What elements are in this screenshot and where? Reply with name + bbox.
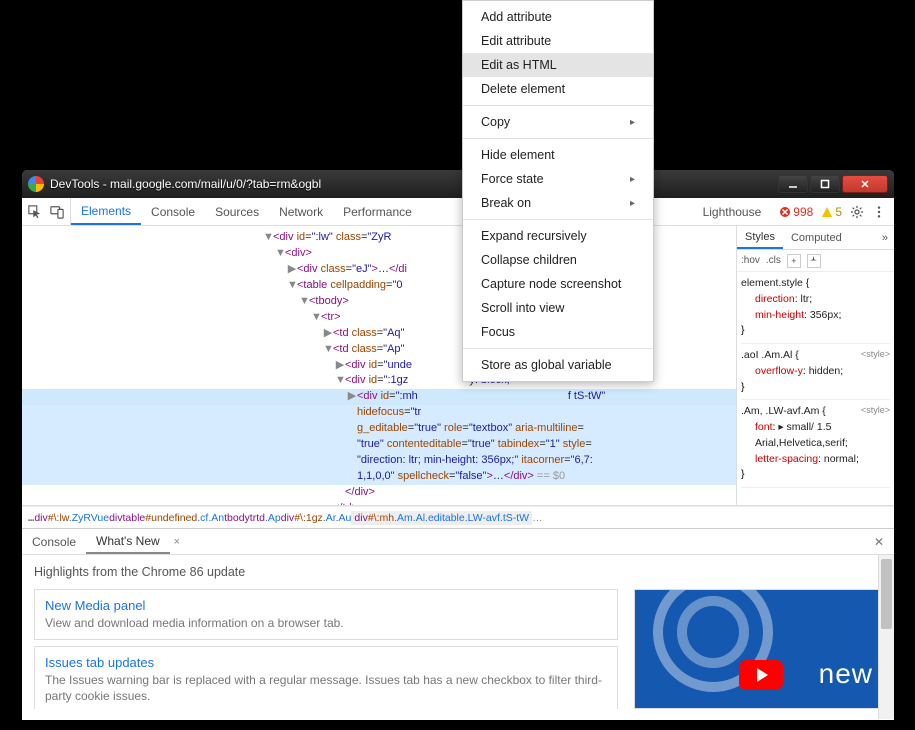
dom-line[interactable]: </div> xyxy=(22,485,736,501)
menu-item-edit-attribute[interactable]: Edit attribute xyxy=(463,29,653,53)
devtools-window: DevTools - mail.google.com/mail/u/0/?tab… xyxy=(22,170,894,720)
dom-line[interactable]: "direction: ltr; min-height: 356px;" ita… xyxy=(22,453,736,469)
tab-lighthouse[interactable]: Lighthouse xyxy=(693,198,772,225)
dom-line[interactable]: "true" contenteditable="true" tabindex="… xyxy=(22,437,736,453)
tab-console[interactable]: Console xyxy=(141,198,205,225)
drawer-body: Highlights from the Chrome 86 update New… xyxy=(22,555,894,719)
disclosure-arrow-icon[interactable]: ▶ xyxy=(347,389,357,405)
css-rules[interactable]: element.style {direction: ltr;min-height… xyxy=(737,272,894,505)
gear-icon[interactable] xyxy=(850,205,864,219)
disclosure-arrow-icon[interactable]: ▼ xyxy=(299,294,309,310)
whatsnew-headline: Highlights from the Chrome 86 update xyxy=(34,565,882,579)
disclosure-arrow-icon[interactable]: ▼ xyxy=(323,342,333,358)
error-count-badge[interactable]: 998 xyxy=(779,205,813,219)
chrome-icon xyxy=(28,176,44,192)
dom-line[interactable]: 1,1,0,0" spellcheck="false">…</div> == $… xyxy=(22,469,736,485)
dom-line[interactable]: g_editable="true" role="textbox" aria-mu… xyxy=(22,421,736,437)
menu-item-collapse-children[interactable]: Collapse children xyxy=(463,248,653,272)
menu-item-force-state[interactable]: Force state xyxy=(463,167,653,191)
drawer-scrollbar[interactable] xyxy=(878,555,894,719)
menu-item-delete-element[interactable]: Delete element xyxy=(463,77,653,101)
styles-tab[interactable]: Styles xyxy=(737,226,783,249)
window-titlebar[interactable]: DevTools - mail.google.com/mail/u/0/?tab… xyxy=(22,170,894,198)
dom-line[interactable]: ▶<div id=":mhf tS-tW" xyxy=(22,389,736,405)
disclosure-arrow-icon[interactable]: ▼ xyxy=(275,246,285,262)
hov-toggle[interactable]: :hov xyxy=(741,255,760,266)
disclosure-arrow-icon[interactable]: ▶ xyxy=(335,358,345,374)
warning-count-badge[interactable]: 5 xyxy=(821,205,842,219)
cls-toggle[interactable]: .cls xyxy=(766,255,781,266)
styles-pane: Styles Computed » :hov .cls + element.st… xyxy=(736,226,894,505)
context-menu[interactable]: Add attributeEdit attributeEdit as HTMLD… xyxy=(462,0,654,382)
disclosure-arrow-icon[interactable]: ▼ xyxy=(335,373,345,389)
drawer-close-icon[interactable]: ✕ xyxy=(864,535,894,549)
dom-breadcrumb[interactable]: … div#\:lw.ZyRVue div table#undefined.cf… xyxy=(22,506,894,528)
pin-icon[interactable] xyxy=(807,254,821,268)
video-thumbnail[interactable]: new xyxy=(634,589,882,709)
menu-item-capture-node-screenshot[interactable]: Capture node screenshot xyxy=(463,272,653,296)
drawer: Console What's New × ✕ Highlights from t… xyxy=(22,528,894,719)
styles-filterbar: :hov .cls + xyxy=(737,250,894,272)
new-rule-button[interactable]: + xyxy=(787,254,801,268)
disclosure-arrow-icon[interactable]: ▶ xyxy=(287,262,297,278)
menu-item-break-on[interactable]: Break on xyxy=(463,191,653,215)
css-rule[interactable]: element.style {direction: ltr;min-height… xyxy=(741,276,890,344)
css-rule[interactable]: <style>.aoI .Am.Al {overflow-y: hidden;} xyxy=(741,348,890,400)
warning-count: 5 xyxy=(835,205,842,219)
dom-line[interactable]: hidefocus="tr xyxy=(22,405,736,421)
close-button[interactable] xyxy=(842,175,888,193)
disclosure-arrow-icon[interactable]: ▼ xyxy=(287,278,297,294)
whatsnew-card[interactable]: New Media panelView and download media i… xyxy=(34,589,618,640)
play-icon xyxy=(739,660,783,690)
minimize-button[interactable] xyxy=(778,175,808,193)
menu-separator xyxy=(463,219,653,220)
maximize-button[interactable] xyxy=(810,175,840,193)
menu-item-hide-element[interactable]: Hide element xyxy=(463,143,653,167)
kebab-icon[interactable] xyxy=(872,205,886,219)
menu-item-add-attribute[interactable]: Add attribute xyxy=(463,5,653,29)
menu-item-expand-recursively[interactable]: Expand recursively xyxy=(463,224,653,248)
error-count: 998 xyxy=(793,205,813,219)
drawer-tab-whatsnew[interactable]: What's New xyxy=(86,529,170,554)
menu-item-scroll-into-view[interactable]: Scroll into view xyxy=(463,296,653,320)
menu-separator xyxy=(463,105,653,106)
menu-separator xyxy=(463,138,653,139)
main-panel: ▼<div id=":lw" class="ZyR▼<div>▶<div cla… xyxy=(22,226,894,506)
drawer-tab-console[interactable]: Console xyxy=(22,529,86,554)
drawer-tab-close-icon[interactable]: × xyxy=(170,536,184,548)
inspect-icon[interactable] xyxy=(28,205,42,219)
dom-line[interactable]: </td> xyxy=(22,501,736,505)
window-controls xyxy=(778,175,888,193)
tab-performance[interactable]: Performance xyxy=(333,198,422,225)
menu-item-focus[interactable]: Focus xyxy=(463,320,653,344)
main-toolbar: ElementsConsoleSourcesNetworkPerformance… xyxy=(22,198,894,226)
tab-network[interactable]: Network xyxy=(269,198,333,225)
whatsnew-card[interactable]: Issues tab updatesThe Issues warning bar… xyxy=(34,646,618,709)
menu-item-store-as-global-variable[interactable]: Store as global variable xyxy=(463,353,653,377)
tab-elements[interactable]: Elements xyxy=(71,198,141,225)
styles-more-icon[interactable]: » xyxy=(876,232,894,244)
tab-sources[interactable]: Sources xyxy=(205,198,269,225)
window-title: DevTools - mail.google.com/mail/u/0/?tab… xyxy=(50,177,778,191)
menu-separator xyxy=(463,348,653,349)
disclosure-arrow-icon[interactable]: ▼ xyxy=(311,310,321,326)
thumb-text: new xyxy=(819,658,873,690)
css-rule[interactable]: <style>.Am, .LW-avf.Am {font: ▸ small/ 1… xyxy=(741,404,890,488)
device-toggle-icon[interactable] xyxy=(50,205,64,219)
disclosure-arrow-icon[interactable]: ▼ xyxy=(263,230,273,246)
menu-item-edit-as-html[interactable]: Edit as HTML xyxy=(463,53,653,77)
disclosure-arrow-icon[interactable]: ▶ xyxy=(323,326,333,342)
computed-tab[interactable]: Computed xyxy=(783,226,850,249)
menu-item-copy[interactable]: Copy xyxy=(463,110,653,134)
